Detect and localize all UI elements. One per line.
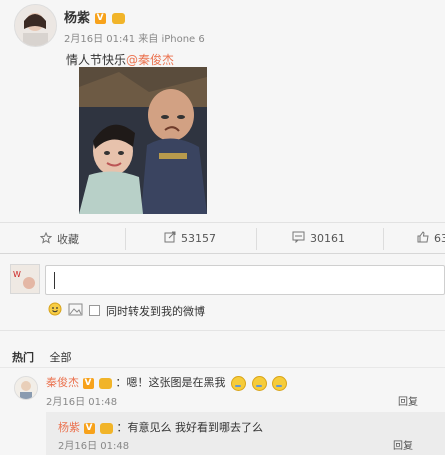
- repost-count: 53157: [181, 232, 216, 245]
- poster-name[interactable]: 杨紫: [64, 11, 90, 26]
- verified-badge-icon: V: [82, 377, 94, 389]
- comment-line: 秦俊杰 V ：嗯！这张图是在黑我: [46, 374, 287, 391]
- my-avatar: W: [10, 264, 40, 294]
- commenter-name[interactable]: 秦俊杰: [46, 376, 79, 389]
- post-text-body: 情人节快乐: [66, 53, 127, 67]
- comment-input[interactable]: [45, 265, 445, 295]
- tab-all[interactable]: 全部: [50, 351, 72, 364]
- like-button[interactable]: 63: [417, 231, 445, 246]
- repost-button[interactable]: 53157: [164, 231, 216, 246]
- post-meta: 2月16日 01:41 来自 iPhone 6: [64, 34, 205, 45]
- verified-badge-icon: V: [94, 13, 106, 24]
- tab-hot[interactable]: 热门: [12, 351, 34, 364]
- star-icon: [39, 231, 53, 247]
- favorite-button[interactable]: 收藏: [39, 231, 79, 247]
- sync-repost-checkbox[interactable]: [89, 305, 100, 316]
- emoji-picker-icon[interactable]: [48, 302, 62, 319]
- repost-icon: [164, 231, 176, 246]
- comment-time: 2月16日 01:48: [46, 397, 118, 408]
- divider: [256, 228, 257, 250]
- nested-reply-button[interactable]: 回复: [393, 437, 413, 452]
- poster-name-row: 杨紫 V: [64, 7, 126, 26]
- svg-text:W: W: [13, 270, 21, 279]
- crying-emoji-icon: [231, 375, 246, 391]
- text-caret: [54, 272, 55, 289]
- comment-text: ：嗯！这张图是在黑我: [115, 376, 226, 389]
- post-photo[interactable]: [79, 67, 207, 214]
- divider: [0, 253, 445, 254]
- member-level-icon: [100, 422, 113, 434]
- post-text: 情人节快乐@秦俊杰: [66, 51, 174, 68]
- like-count: 63: [434, 232, 445, 245]
- sync-repost-label: 同时转发到我的微博: [106, 304, 205, 318]
- divider: [125, 228, 126, 250]
- reply-toolbar: 同时转发到我的微博: [48, 302, 205, 319]
- thumb-up-icon: [417, 231, 429, 246]
- nested-reply-text: ：有意见么 我好看到哪去了么: [116, 421, 264, 434]
- mention-link[interactable]: @秦俊杰: [126, 53, 174, 67]
- comment-tabs: 热门 全部: [12, 349, 84, 365]
- poster-avatar[interactable]: [14, 4, 57, 47]
- divider: [383, 228, 384, 250]
- nested-reply-author[interactable]: 杨紫: [58, 421, 80, 434]
- crying-emoji-icon: [251, 375, 267, 391]
- member-level-icon: [99, 377, 112, 389]
- favorite-label: 收藏: [57, 233, 79, 246]
- verified-badge-icon: V: [83, 422, 95, 434]
- nested-reply-line: 杨紫 V ：有意见么 我好看到哪去了么: [58, 419, 263, 435]
- comment-count: 30161: [310, 232, 345, 245]
- divider: [0, 330, 445, 331]
- commenter-avatar[interactable]: [14, 376, 38, 400]
- post-action-bar: 收藏 53157 30161 63: [0, 228, 445, 250]
- member-level-icon: [112, 13, 126, 24]
- nested-reply-time: 2月16日 01:48: [58, 441, 130, 452]
- divider: [0, 367, 445, 368]
- comment-reply-button[interactable]: 回复: [398, 393, 418, 408]
- comment-icon: [292, 231, 305, 246]
- image-upload-icon[interactable]: [68, 303, 83, 319]
- comment-button[interactable]: 30161: [292, 231, 345, 246]
- crying-emoji-icon: [272, 375, 287, 391]
- divider: [0, 222, 445, 223]
